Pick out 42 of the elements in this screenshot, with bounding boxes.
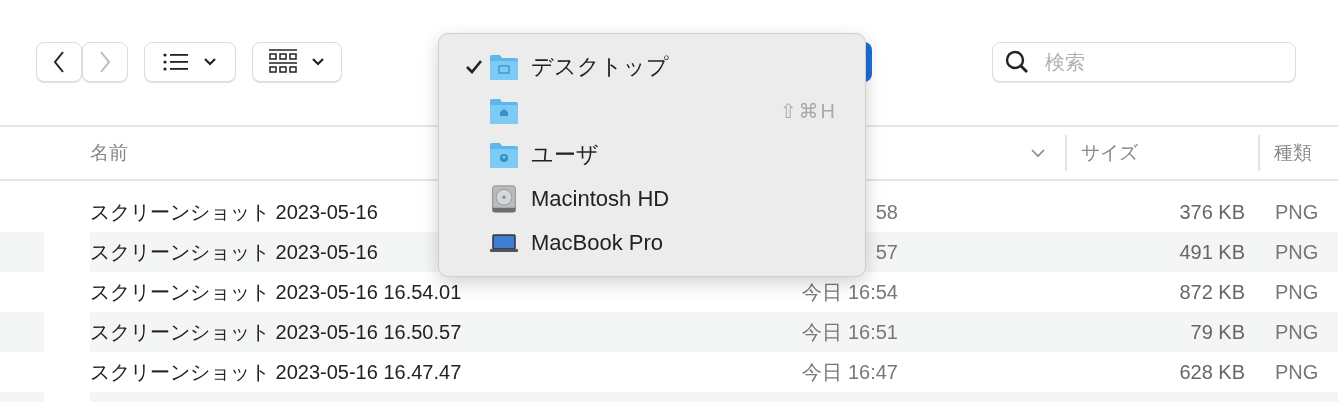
menu-item[interactable]: Macintosh HD (439, 177, 865, 221)
back-button[interactable] (36, 42, 82, 82)
chevron-left-icon (52, 50, 66, 74)
file-size: 872 KB (1179, 280, 1245, 304)
sort-caret-icon (1030, 148, 1046, 158)
file-name: スクリーンショット 2023-05-16 16.54.01 (90, 279, 462, 305)
group-view-button[interactable] (252, 42, 342, 82)
file-name: スクリーンショット 2023-05-16 (90, 199, 378, 225)
file-kind: PNG (1275, 280, 1319, 304)
desktop-folder-icon (489, 53, 519, 81)
menu-item[interactable]: デスクトップ (439, 45, 865, 89)
menu-item[interactable]: ユーザ (439, 133, 865, 177)
column-header[interactable]: 種類 (1260, 140, 1312, 166)
file-name: スクリーンショット 2023-05-16 (90, 239, 378, 265)
file-name: スクリーンショット 2023-05-16 16.47.47 (90, 359, 462, 385)
user-folder-icon (489, 141, 519, 169)
date-modified: 58 (875, 200, 898, 224)
caret-icon (203, 57, 217, 67)
search-field[interactable]: 検索 (992, 42, 1296, 82)
file-name: スクリーンショット 2023-05-16 16.50.57 (90, 319, 462, 345)
date-modified: 今日 16:51 (802, 319, 898, 345)
list-view-button[interactable] (144, 42, 236, 82)
file-kind: PNG (1275, 360, 1319, 384)
file-kind: PNG (1275, 240, 1319, 264)
date-modified: 57 (875, 240, 898, 264)
file-size: 628 KB (1179, 360, 1245, 384)
file-size: 376 KB (1179, 200, 1245, 224)
date-modified: 今日 16:47 (802, 359, 898, 385)
home-folder-icon (489, 97, 519, 125)
caret-icon (311, 57, 325, 67)
file-kind: PNG (1275, 200, 1319, 224)
menu-item[interactable]: MacBook Pro (439, 221, 865, 265)
column-header[interactable]: サイズ (1067, 140, 1258, 166)
list-icon (163, 53, 189, 71)
shortcut-label: ⇧⌘H (779, 99, 837, 123)
search-icon (1005, 50, 1029, 74)
file-size: 491 KB (1179, 240, 1245, 264)
grid-icon (269, 49, 297, 75)
date-modified: 今日 16:54 (802, 279, 898, 305)
chevron-right-icon (98, 50, 112, 74)
file-kind: PNG (1275, 320, 1319, 344)
file-size: 79 KB (1190, 320, 1245, 344)
